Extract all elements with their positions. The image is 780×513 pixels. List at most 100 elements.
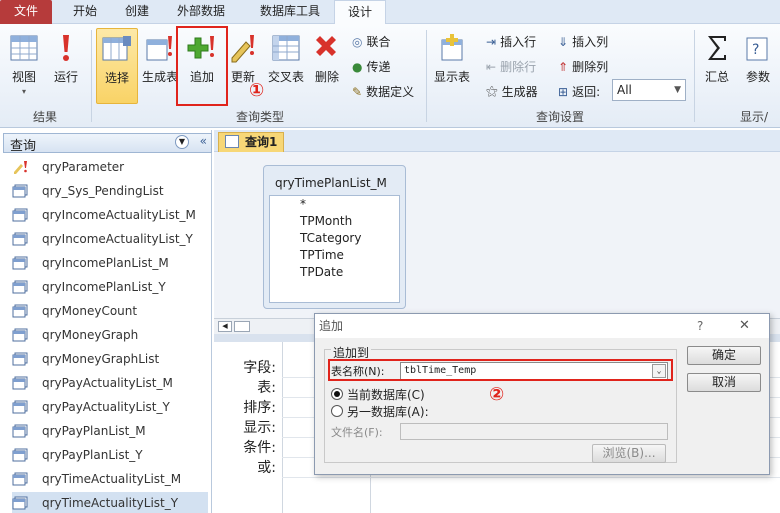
collapse-pane-icon[interactable]: « (200, 134, 207, 148)
delete-rows-button[interactable]: ⇤ 删除行 (486, 58, 536, 75)
tab-file[interactable]: 文件 (0, 0, 52, 24)
insert-columns-label: 插入列 (572, 35, 609, 49)
nav-query-label: qryIncomeActualityList_M (42, 208, 196, 222)
update-query-button[interactable]: 更新 (228, 32, 258, 85)
nav-query-label: qryPayActualityList_Y (42, 400, 170, 414)
builder-button[interactable]: ⚝ 生成器 (486, 83, 538, 100)
nav-query-item[interactable]: qryTimeActualityList_Y (12, 492, 208, 513)
tab-external-data[interactable]: 外部数据 (166, 0, 236, 24)
return-label: 返回: (572, 85, 601, 99)
query-tab-icon (225, 135, 239, 148)
dialog-help-button[interactable]: ? (697, 314, 703, 338)
nav-query-item[interactable]: qryParameter (12, 156, 208, 178)
dialog-title: 追加 (319, 319, 344, 333)
nav-query-item[interactable]: qryIncomeActualityList_Y (12, 228, 208, 250)
union-query-button[interactable]: ◎ 联合 (352, 33, 391, 50)
query-icon (12, 448, 28, 462)
nav-query-label: qryMoneyCount (42, 304, 138, 318)
query-icon (12, 424, 28, 438)
file-name-input[interactable] (400, 423, 668, 440)
file-name-label: 文件名(F): (331, 426, 383, 439)
select-query-button[interactable]: 选择 (96, 28, 138, 104)
nav-query-item[interactable]: qryPayActualityList_M (12, 372, 208, 394)
delete-columns-button[interactable]: ⇑ 删除列 (558, 58, 608, 75)
crosstab-query-button[interactable]: 交叉表 (264, 32, 308, 85)
return-icon: ⊞ (558, 84, 569, 99)
select-query-icon (102, 36, 131, 61)
delete-query-button[interactable]: 删除 (312, 32, 342, 85)
nav-query-item[interactable]: qryTimeActualityList_M (12, 468, 208, 490)
nav-query-item[interactable]: qryPayPlanList_M (12, 420, 208, 442)
parameter-query-icon (12, 160, 28, 174)
parameters-label: 参数 (745, 70, 770, 84)
grid-row-label-or: 或: (257, 460, 276, 476)
field-item[interactable]: TCategory (300, 231, 361, 245)
field-item[interactable]: TPTime (300, 248, 344, 262)
grid-column-line (282, 342, 283, 513)
insert-rows-label: 插入行 (500, 35, 537, 49)
delete-columns-label: 删除列 (572, 60, 609, 74)
nav-pane-header[interactable]: 查询 ▼ « (3, 133, 212, 154)
nav-query-item[interactable]: qry_Sys_PendingList (12, 180, 208, 202)
other-database-radio[interactable] (331, 405, 343, 417)
insert-rows-button[interactable]: ⇥ 插入行 (486, 33, 536, 50)
access-window: 文件 开始 创建 外部数据 数据库工具 设计 视图 ▾ 运行 结果 选择 生成表… (0, 0, 780, 513)
cancel-button[interactable]: 取消 (687, 373, 761, 392)
field-item[interactable]: * (300, 197, 306, 211)
nav-query-item[interactable]: qryMoneyGraph (12, 324, 208, 346)
grid-row-line (282, 477, 780, 478)
union-label: 联合 (366, 35, 391, 49)
nav-query-item[interactable]: qryMoneyGraphList (12, 348, 208, 370)
data-definition-button[interactable]: ✎ 数据定义 (352, 83, 414, 100)
group-label-query-setup: 查询设置 (535, 110, 584, 124)
nav-query-item[interactable]: qryIncomeActualityList_M (12, 204, 208, 226)
group-label-query-type: 查询类型 (235, 110, 284, 124)
totals-button[interactable]: 汇总 (700, 32, 734, 85)
nav-query-item[interactable]: qryPayActualityList_Y (12, 396, 208, 418)
tab-create[interactable]: 创建 (114, 0, 160, 24)
run-button[interactable]: 运行 (50, 32, 82, 85)
browse-button[interactable]: 浏览(B)... (592, 444, 666, 463)
tab-design[interactable]: 设计 (334, 0, 386, 25)
field-item[interactable]: TPMonth (300, 214, 352, 228)
scroll-left-icon[interactable]: ◀ (218, 321, 232, 332)
globe-icon: ● (352, 59, 363, 74)
nav-query-label: qryParameter (42, 160, 125, 174)
current-database-radio[interactable] (331, 388, 343, 400)
nav-query-label: qry_Sys_PendingList (42, 184, 164, 198)
svg-text:?: ? (752, 42, 759, 58)
insert-columns-button[interactable]: ⇓ 插入列 (558, 33, 608, 50)
document-tab-query1[interactable]: 查询1 (218, 132, 284, 153)
nav-query-item[interactable]: qryPayPlanList_Y (12, 444, 208, 466)
ribbon-tab-bar: 文件 开始 创建 外部数据 数据库工具 设计 (0, 0, 780, 25)
nav-query-label: qryPayActualityList_M (42, 376, 173, 390)
pass-through-button[interactable]: ● 传递 (352, 58, 391, 75)
tab-home[interactable]: 开始 (62, 0, 108, 24)
nav-query-item[interactable]: qryIncomePlanList_Y (12, 276, 208, 298)
scroll-thumb[interactable] (234, 321, 250, 332)
ok-button[interactable]: 确定 (687, 346, 761, 365)
nav-query-label: qryPayPlanList_M (42, 424, 146, 438)
current-database-label: 当前数据库(C) (347, 388, 425, 402)
nav-dropdown-icon[interactable]: ▼ (175, 135, 189, 149)
make-table-button[interactable]: 生成表 (140, 32, 180, 85)
show-table-icon (441, 34, 463, 61)
dialog-close-button[interactable]: ✕ (739, 314, 750, 338)
show-table-button[interactable]: 显示表 (432, 32, 472, 85)
grid-row-label-field: 字段: (243, 360, 276, 376)
nav-query-item[interactable]: qryIncomePlanList_M (12, 252, 208, 274)
nav-header-title: 查询 (10, 139, 37, 154)
view-button[interactable]: 视图 ▾ (4, 32, 44, 96)
field-item[interactable]: TPDate (300, 265, 343, 279)
callout-number-2: ② (489, 384, 505, 405)
tab-database-tools[interactable]: 数据库工具 (246, 0, 334, 24)
return-combobox[interactable]: All ▼ (612, 79, 686, 101)
query-icon (12, 232, 28, 246)
parameters-button[interactable]: ? 参数 (740, 32, 776, 85)
query-icon (12, 208, 28, 222)
nav-query-item[interactable]: qryMoneyCount (12, 300, 208, 322)
group-separator (91, 30, 92, 122)
nav-query-label: qryMoneyGraphList (42, 352, 160, 366)
highlight-box-table-name (328, 359, 673, 381)
builder-wand-icon: ⚝ (486, 84, 498, 98)
